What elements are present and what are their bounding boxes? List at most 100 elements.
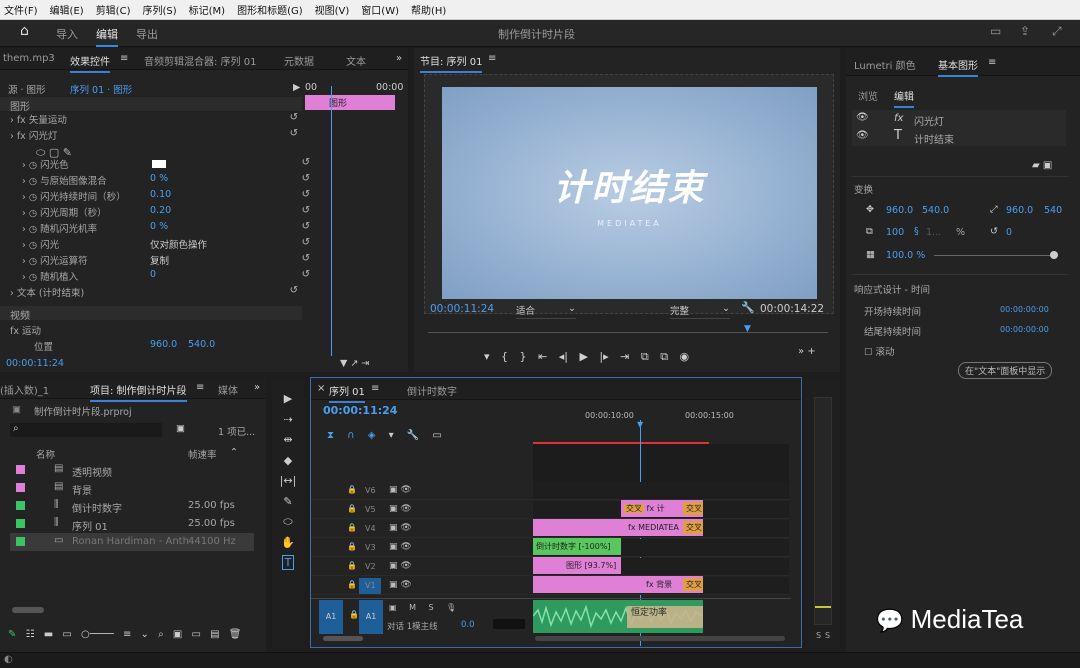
project-item[interactable]: ▭ Ronan Hardiman - Anth 44100 Hz xyxy=(10,533,254,551)
menu-item-2[interactable]: 剪辑(C) xyxy=(96,2,131,17)
tab-audio-file[interactable]: them.mp3 xyxy=(3,53,55,64)
ec-prop-value[interactable]: 仅对颜色操作 xyxy=(150,237,207,251)
roll-checkbox[interactable]: ☐ 滚动 xyxy=(864,344,895,360)
meter-solo-left[interactable]: S xyxy=(816,631,821,640)
program-scrubber[interactable] xyxy=(428,332,828,333)
eg-anchor-y[interactable]: 540 xyxy=(1044,205,1062,221)
track-header-v6[interactable]: 🔒 V6 ▣ 👁 xyxy=(311,482,533,500)
transition-v5b[interactable]: 交叉 xyxy=(683,502,703,515)
lock-icon[interactable]: 🔒 xyxy=(347,580,357,589)
quality-select[interactable]: 完整 ⌄ xyxy=(670,303,730,319)
eye-icon[interactable]: ▣ 👁 xyxy=(389,504,412,514)
reset-icon[interactable]: ↺ xyxy=(302,269,310,280)
filter-icon[interactable]: ▼ ↗ ⇥ xyxy=(340,358,369,372)
ec-clip-bar[interactable]: 图形 xyxy=(305,95,395,110)
reset-icon[interactable]: ↺ xyxy=(290,112,298,123)
audio-track-controls[interactable]: ▣ M S 🎙 xyxy=(389,603,456,612)
prop-toggle-icon[interactable]: › xyxy=(10,115,17,126)
show-in-text-panel-button[interactable]: 在"文本"面板中显示 xyxy=(958,362,1053,379)
tab-essential-graphics[interactable]: 基本图形 xyxy=(938,57,978,77)
project-footer-tools[interactable]: ✎ ☷ ▬ ▭ ○──── ≡ ⌄ ⌕ ▣ ▭ ▤ 🗑 xyxy=(8,629,258,640)
tab-lumetri[interactable]: Lumetri 颜色 xyxy=(854,57,916,72)
link-icon[interactable]: § xyxy=(914,226,919,242)
prop-toggle-icon[interactable]: › ◷ xyxy=(22,256,40,267)
prop-toggle-icon[interactable]: › ◷ xyxy=(22,160,40,171)
ec-prop-value[interactable]: 0 xyxy=(150,269,156,280)
reset-icon[interactable]: ↺ xyxy=(302,253,310,264)
ec-prop-10[interactable]: › 文本 (计时结束) ↺ xyxy=(10,285,302,301)
label-color-swatch[interactable] xyxy=(16,465,25,474)
ec-prop-4[interactable]: › ◷ 闪光持续时间（秒） 0.10 ↺ xyxy=(22,189,314,205)
clip-v1[interactable]: fx 背景 xyxy=(533,576,703,593)
tools-list[interactable]: ▶ ⇢ ⇹ ◆ |↔| ✎ ⬭ ✋ T xyxy=(272,389,304,574)
ec-prop-0[interactable]: › fx 矢量运动 ↺ xyxy=(10,112,302,128)
track-header-v5[interactable]: 🔒 V5 ▣ 👁 xyxy=(311,501,533,519)
project-menu-icon[interactable]: ≡ xyxy=(196,382,204,393)
menu-item-0[interactable]: 文件(F) xyxy=(4,2,38,17)
clip-v4[interactable]: fx MEDIATEA xyxy=(533,519,703,536)
menu-item-3[interactable]: 序列(S) xyxy=(142,2,176,17)
track-lane[interactable] xyxy=(533,482,789,500)
outro-duration-value[interactable]: 00:00:00:00 xyxy=(1000,325,1049,341)
workspace-edit[interactable]: 编辑 xyxy=(96,26,118,47)
track-header-v2[interactable]: 🔒 V2 ▣ 👁 xyxy=(311,558,533,576)
layer-flash[interactable]: 👁 fx 闪光灯 xyxy=(852,110,1066,128)
ec-prop-value[interactable]: 0.10 xyxy=(150,189,171,200)
play-only-icon[interactable]: ▶ xyxy=(293,82,300,98)
menu-item-4[interactable]: 标记(M) xyxy=(189,2,225,17)
ec-playhead[interactable] xyxy=(331,86,332,356)
ec-prop-value[interactable]: 0 % xyxy=(150,173,168,184)
menu-item-5[interactable]: 图形和标题(G) xyxy=(237,2,303,17)
more-tabs-icon[interactable]: » xyxy=(254,382,260,393)
reset-icon[interactable]: ↺ xyxy=(302,157,310,168)
audio-source-patch[interactable]: A1 xyxy=(319,600,343,634)
label-color-swatch[interactable] xyxy=(16,483,25,492)
playhead-handle[interactable]: ▼ xyxy=(637,420,643,429)
label-color-swatch[interactable] xyxy=(16,537,25,546)
ec-prop-1[interactable]: › fx 闪光灯 ↺ xyxy=(10,128,302,144)
eg-rotation[interactable]: 0 xyxy=(1006,227,1012,243)
audio-mix-value[interactable]: 0.0 xyxy=(461,620,475,630)
more-controls-icon[interactable]: » + xyxy=(798,346,816,357)
home-icon[interactable]: ⌂ xyxy=(20,23,29,39)
transition-v4[interactable]: 交叉 xyxy=(683,521,703,534)
ec-prop-value[interactable]: 0 % xyxy=(150,221,168,232)
eg-opacity[interactable]: 100.0 % xyxy=(886,250,925,266)
ec-prop-5[interactable]: › ◷ 闪光周期（秒） 0.20 ↺ xyxy=(22,205,314,221)
color-swatch[interactable] xyxy=(152,160,166,168)
reset-icon[interactable]: ↺ xyxy=(290,128,298,139)
label-color-swatch[interactable] xyxy=(16,519,25,528)
reset-icon[interactable]: ↺ xyxy=(302,189,310,200)
fit-select[interactable]: 适合 ⌄ xyxy=(516,303,576,319)
tab-effect-controls[interactable]: 效果控件 xyxy=(70,53,110,73)
prop-toggle-icon[interactable]: › xyxy=(10,131,17,142)
eye-icon[interactable]: 👁 xyxy=(856,130,869,141)
track-header-v1[interactable]: 🔒 V1 ▣ 👁 xyxy=(311,577,533,595)
transition-v5a[interactable]: 交叉 xyxy=(624,504,644,513)
transition-v1[interactable]: 交叉 xyxy=(683,578,703,591)
workspace-import[interactable]: 导入 xyxy=(56,26,78,42)
opacity-slider-handle[interactable] xyxy=(1050,251,1058,259)
timeline-hscroll[interactable] xyxy=(535,636,785,641)
ec-prop-7[interactable]: › ◷ 闪光 仅对颜色操作 ↺ xyxy=(22,237,314,253)
timeline-tools[interactable]: ⧗ ∩ ◈ ▾ 🔧 ▭ xyxy=(327,430,442,441)
prop-toggle-icon[interactable]: › ◷ xyxy=(22,272,40,283)
eg-scale[interactable]: 100 xyxy=(886,227,904,243)
new-layer-icons[interactable]: ▰ ▣ xyxy=(1032,160,1052,171)
project-search-input[interactable]: ⌕ xyxy=(10,423,162,437)
program-menu-icon[interactable]: ≡ xyxy=(488,53,496,64)
eg-scale-height[interactable]: 1... xyxy=(926,227,941,243)
lock-icon[interactable]: 🔒 xyxy=(347,523,357,532)
project-item[interactable]: ⫼ 序列 01 25.00 fps xyxy=(10,515,254,533)
new-bin-icon[interactable]: ▣ xyxy=(176,423,185,439)
intro-duration-value[interactable]: 00:00:00:00 xyxy=(1000,305,1049,321)
workspace-export[interactable]: 导出 xyxy=(136,26,158,42)
reset-icon[interactable]: ↺ xyxy=(302,205,310,216)
eg-pos-x[interactable]: 960.0 xyxy=(886,205,913,221)
ec-position-y[interactable]: 540.0 xyxy=(188,339,215,355)
prop-toggle-icon[interactable]: › ◷ xyxy=(22,224,40,235)
eg-pos-y[interactable]: 540.0 xyxy=(922,205,949,221)
prop-toggle-icon[interactable]: › ◷ xyxy=(22,176,40,187)
tab-sequence-01[interactable]: 序列 01 xyxy=(329,383,365,403)
program-timecode[interactable]: 00:00:11:24 xyxy=(430,303,494,319)
